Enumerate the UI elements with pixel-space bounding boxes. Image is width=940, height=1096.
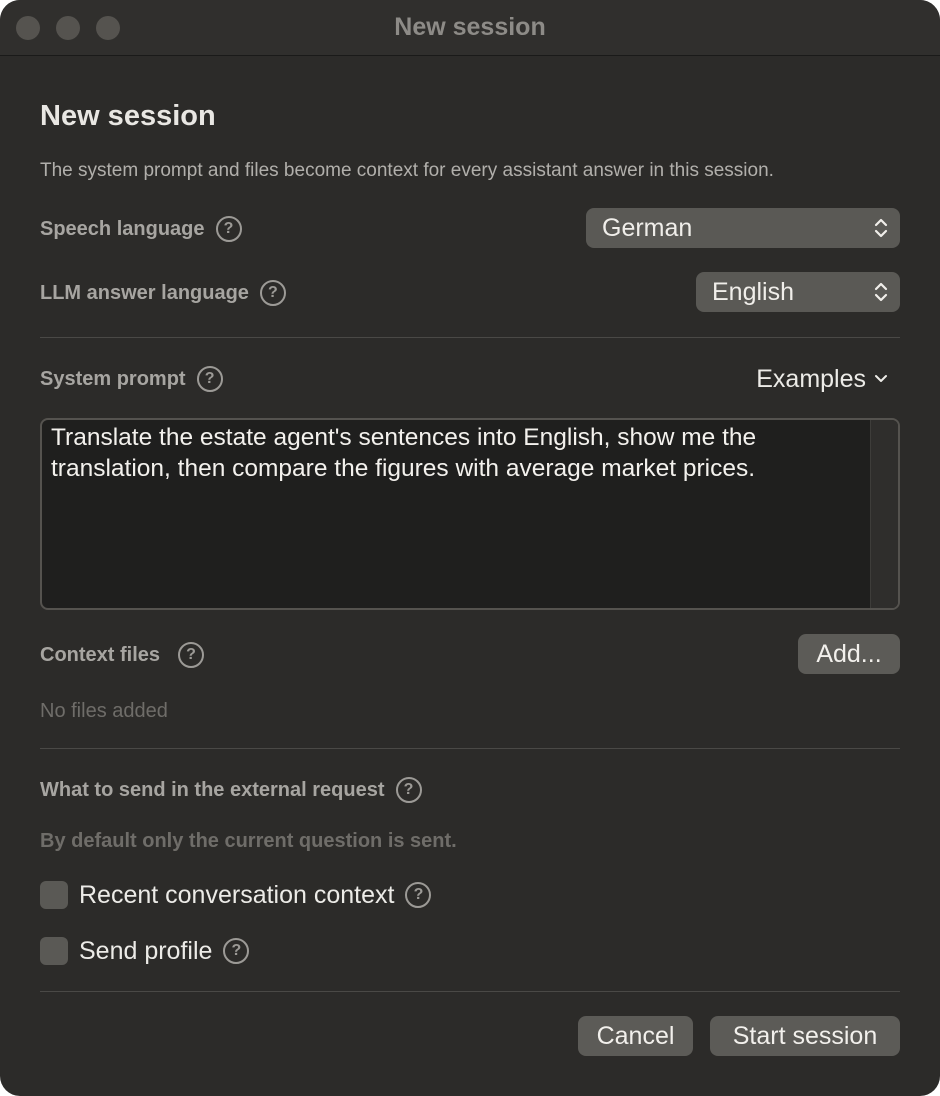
speech-language-select[interactable]: German: [586, 208, 900, 248]
llm-language-select[interactable]: English: [696, 272, 900, 312]
speech-language-label-row: Speech language ?: [40, 216, 242, 242]
system-prompt-text: Translate the estate agent's sentences i…: [51, 424, 757, 482]
llm-language-help-icon[interactable]: ?: [259, 280, 286, 306]
examples-label: Examples: [756, 365, 866, 393]
external-request-hint: By default only the current question is …: [40, 830, 457, 852]
send-profile-help-icon[interactable]: ?: [223, 938, 250, 964]
add-files-button[interactable]: Add...: [798, 634, 900, 674]
send-profile-label[interactable]: Send profile: [79, 936, 212, 966]
chevron-down-icon: [875, 375, 887, 382]
send-profile-option[interactable]: Send profile ?: [40, 936, 250, 966]
llm-language-label-row: LLM answer language ?: [40, 280, 286, 306]
window-title: New session: [394, 13, 546, 41]
updown-chevron-icon: [874, 218, 888, 238]
examples-menu-button[interactable]: Examples: [756, 364, 888, 394]
section-divider: [40, 748, 900, 749]
recent-context-label[interactable]: Recent conversation context: [79, 880, 394, 910]
recent-context-option[interactable]: Recent conversation context ?: [40, 880, 432, 910]
speech-language-label: Speech language: [40, 218, 205, 240]
recent-context-checkbox[interactable]: [40, 881, 68, 909]
speech-language-value: German: [602, 214, 693, 242]
send-profile-checkbox[interactable]: [40, 937, 68, 965]
textarea-scrollbar[interactable]: [870, 420, 898, 608]
external-request-label-row: What to send in the external request ?: [40, 777, 422, 803]
speech-language-help-icon[interactable]: ?: [215, 216, 242, 242]
section-divider: [40, 991, 900, 992]
external-request-help-icon[interactable]: ?: [395, 777, 422, 803]
system-prompt-label-row: System prompt ?: [40, 366, 223, 392]
dialog-heading: New session: [40, 100, 216, 132]
updown-chevron-icon: [874, 282, 888, 302]
external-request-label: What to send in the external request: [40, 779, 385, 801]
context-files-label-row: Context files ?: [40, 642, 205, 668]
cancel-button[interactable]: Cancel: [578, 1016, 693, 1056]
system-prompt-label: System prompt: [40, 368, 186, 390]
no-files-text: No files added: [40, 700, 168, 722]
context-files-help-icon[interactable]: ?: [178, 642, 205, 668]
llm-language-value: English: [712, 278, 794, 306]
recent-context-help-icon[interactable]: ?: [405, 882, 432, 908]
new-session-window: New session New session The system promp…: [0, 0, 940, 1096]
system-prompt-textarea[interactable]: Translate the estate agent's sentences i…: [40, 418, 900, 610]
system-prompt-help-icon[interactable]: ?: [196, 366, 223, 392]
llm-language-label: LLM answer language: [40, 282, 249, 304]
section-divider: [40, 337, 900, 338]
title-bar[interactable]: New session: [0, 0, 940, 56]
dialog-subtitle: The system prompt and files become conte…: [40, 160, 774, 181]
context-files-label: Context files: [40, 644, 161, 666]
start-session-button[interactable]: Start session: [710, 1016, 900, 1056]
